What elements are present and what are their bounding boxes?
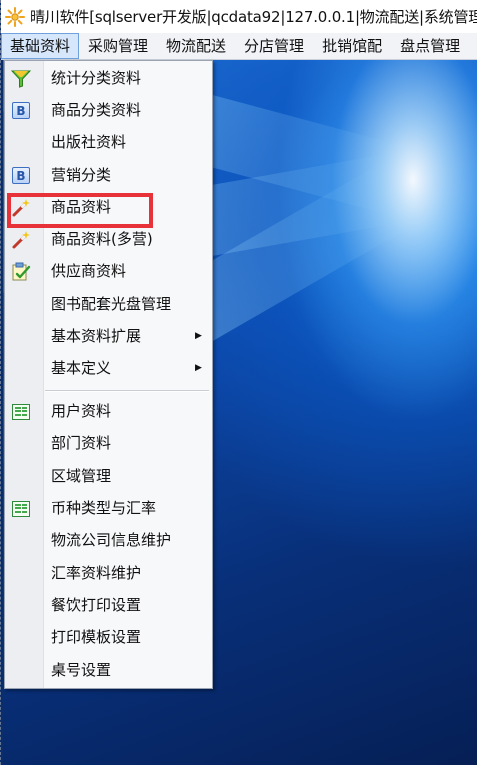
menu-item-label: 基本定义 [51,359,112,377]
menu-item-label: 汇率资料维护 [51,564,142,582]
highlight-annotation-box [7,193,153,228]
table-grid-icon [11,499,31,518]
menu-logistics[interactable]: 物流配送 [157,33,235,59]
submenu-arrow-icon: ▶ [195,363,202,373]
b-letter-icon: B [11,101,31,120]
menu-item-product-category[interactable]: B 商品分类资料 [5,94,212,126]
menu-wholesale[interactable]: 批销馆配 [313,33,391,59]
menu-item-label: 供应商资料 [51,262,127,280]
menu-bar: 基础资料 采购管理 物流配送 分店管理 批销馆配 盘点管理 [1,33,477,60]
menu-item-label: 餐饮打印设置 [51,596,142,614]
menu-item-label: 物流公司信息维护 [51,531,172,549]
menu-item-label: 商品分类资料 [51,101,142,119]
menu-item-label: 用户资料 [51,402,112,420]
menu-item-basic-extension[interactable]: 基本资料扩展 ▶ [5,320,212,352]
application-window: 晴川软件[sqlserver开发版|qcdata92|127.0.0.1|物流配… [0,0,477,765]
menu-item-label: 部门资料 [51,434,112,452]
submenu-arrow-icon: ▶ [195,331,202,341]
menu-inventory[interactable]: 盘点管理 [391,33,469,59]
menu-item-book-cd[interactable]: 图书配套光盘管理 [5,288,212,320]
menu-item-label: 基本资料扩展 [51,327,142,345]
menu-item-catering-print[interactable]: 餐饮打印设置 [5,589,212,621]
sun-gear-icon [4,6,26,28]
menu-item-currency-rate[interactable]: 币种类型与汇率 [5,492,212,524]
menu-item-logistics-company[interactable]: 物流公司信息维护 [5,524,212,556]
menu-purchase[interactable]: 采购管理 [79,33,157,59]
menu-item-label: 币种类型与汇率 [51,499,157,517]
menu-item-print-template[interactable]: 打印模板设置 [5,621,212,653]
menu-item-supplier[interactable]: 供应商资料 [5,255,212,287]
menu-item-region[interactable]: 区域管理 [5,460,212,492]
menu-item-user-data[interactable]: 用户资料 [5,395,212,427]
basic-data-dropdown-menu: 统计分类资料 B 商品分类资料 出版社资料 B 营销分类 商品资料 商品资料(多… [4,60,213,689]
table-grid-icon [11,402,31,421]
menu-item-statistics-category[interactable]: 统计分类资料 [5,62,212,94]
menu-item-marketing-category[interactable]: B 营销分类 [5,159,212,191]
b-letter-icon: B [11,166,31,185]
menu-item-table-number[interactable]: 桌号设置 [5,654,212,686]
menu-item-publisher[interactable]: 出版社资料 [5,126,212,158]
title-bar: 晴川软件[sqlserver开发版|qcdata92|127.0.0.1|物流配… [1,0,477,33]
menu-separator [45,390,209,392]
magic-wand-icon [11,230,31,249]
menu-item-label: 统计分类资料 [51,69,142,87]
checklist-icon [11,262,31,281]
menu-item-exchange-rate[interactable]: 汇率资料维护 [5,557,212,589]
menu-item-label: 区域管理 [51,467,112,485]
menu-item-label: 出版社资料 [51,133,127,151]
menu-item-basic-definition[interactable]: 基本定义 ▶ [5,352,212,384]
funnel-icon [11,69,31,88]
menu-item-label: 桌号设置 [51,661,112,679]
window-title: 晴川软件[sqlserver开发版|qcdata92|127.0.0.1|物流配… [30,8,477,26]
menu-item-label: 营销分类 [51,166,112,184]
menu-basic-data[interactable]: 基础资料 [1,33,80,59]
menu-item-department[interactable]: 部门资料 [5,427,212,459]
menu-item-label: 图书配套光盘管理 [51,295,172,313]
menu-branch[interactable]: 分店管理 [235,33,313,59]
menu-item-label: 打印模板设置 [51,628,142,646]
